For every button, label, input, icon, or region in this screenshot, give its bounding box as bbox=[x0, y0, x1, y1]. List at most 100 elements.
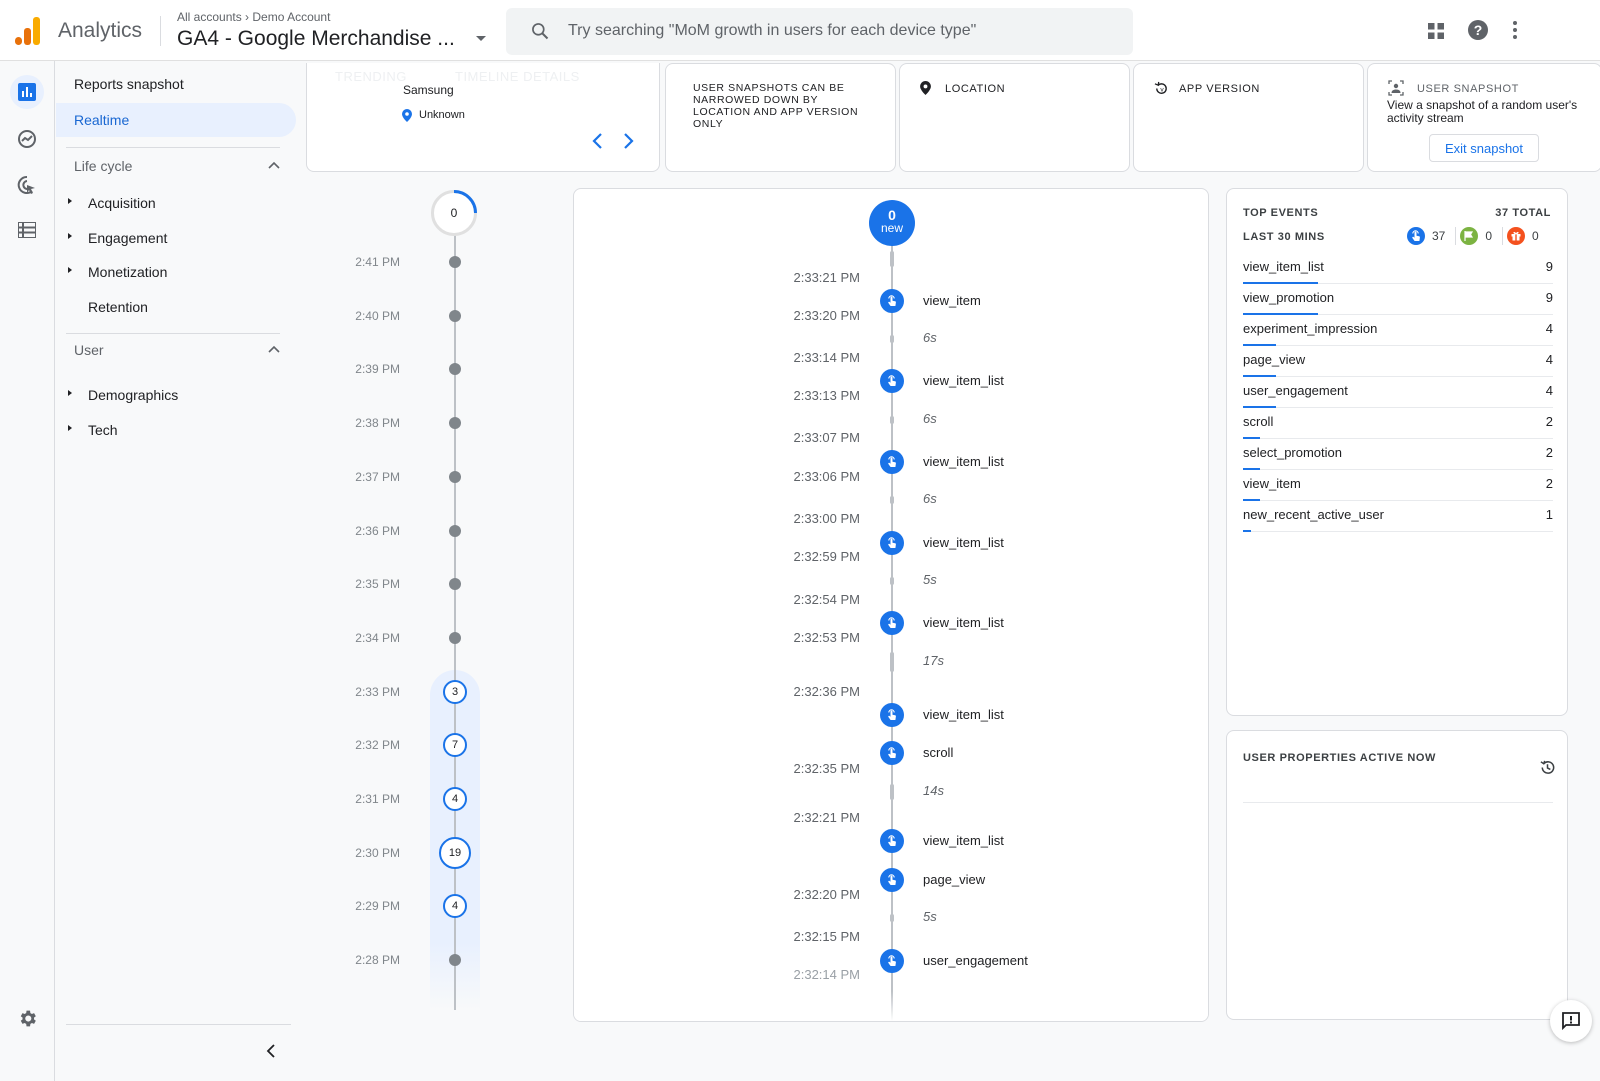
minute-label: 2:40 PM bbox=[355, 308, 400, 323]
next-icon[interactable] bbox=[623, 133, 635, 149]
breadcrumb-account[interactable]: Demo Account bbox=[252, 10, 330, 24]
timeline-line bbox=[454, 220, 456, 1010]
rail-reports[interactable] bbox=[10, 75, 44, 109]
expand-arrow-icon[interactable] bbox=[68, 198, 72, 204]
event-gap-duration: 6s bbox=[923, 491, 937, 506]
nav-realtime[interactable]: Realtime bbox=[56, 103, 296, 137]
collapse-nav-icon[interactable] bbox=[266, 1044, 276, 1058]
minute-dot[interactable] bbox=[449, 309, 461, 322]
location-card[interactable]: LOCATION bbox=[899, 63, 1130, 172]
history-icon[interactable] bbox=[1539, 759, 1556, 776]
minute-dot[interactable] bbox=[449, 631, 461, 644]
minute-count-bubble[interactable]: 3 bbox=[443, 679, 467, 704]
expand-arrow-icon[interactable] bbox=[68, 390, 72, 396]
minute-count-bubble[interactable]: 4 bbox=[443, 787, 467, 811]
breadcrumb[interactable]: All accounts › Demo Account bbox=[177, 10, 330, 24]
nav-monetization[interactable]: Monetization bbox=[88, 255, 288, 289]
app-version-card[interactable]: v APP VERSION bbox=[1133, 63, 1364, 172]
minute-dot[interactable] bbox=[449, 954, 461, 967]
nav-section-lifecycle[interactable]: Life cycle bbox=[74, 158, 132, 174]
top-event-row[interactable]: view_item 2 bbox=[1243, 470, 1553, 501]
help-icon[interactable]: ? bbox=[1467, 19, 1489, 41]
user-snapshot-icon bbox=[1388, 80, 1404, 96]
nav-engagement[interactable]: Engagement bbox=[88, 221, 288, 255]
event-touch-icon[interactable] bbox=[880, 868, 904, 892]
event-gap-duration: 17s bbox=[923, 653, 944, 668]
top-event-row[interactable]: view_promotion 9 bbox=[1243, 284, 1553, 315]
event-name[interactable]: view_item_list bbox=[923, 833, 1004, 848]
search-placeholder[interactable]: Try searching "MoM growth in users for e… bbox=[568, 22, 976, 40]
apps-grid-icon[interactable] bbox=[1427, 22, 1445, 40]
event-name[interactable]: view_item_list bbox=[923, 707, 1004, 722]
top-event-row[interactable]: select_promotion 2 bbox=[1243, 439, 1553, 470]
exit-snapshot-button[interactable]: Exit snapshot bbox=[1429, 134, 1539, 162]
top-event-row[interactable]: experiment_impression 4 bbox=[1243, 315, 1553, 346]
event-name[interactable]: view_item_list bbox=[923, 373, 1004, 388]
expand-arrow-icon[interactable] bbox=[68, 425, 72, 431]
top-event-name: select_promotion bbox=[1243, 445, 1342, 460]
event-touch-icon[interactable] bbox=[880, 703, 904, 727]
event-touch-icon[interactable] bbox=[880, 829, 904, 853]
event-name[interactable]: view_item_list bbox=[923, 454, 1004, 469]
minute-dot[interactable] bbox=[449, 524, 461, 537]
property-selector[interactable]: GA4 - Google Merchandise ... bbox=[177, 27, 455, 51]
event-touch-icon[interactable] bbox=[880, 450, 904, 474]
expand-arrow-icon[interactable] bbox=[68, 267, 72, 273]
nav-section-user[interactable]: User bbox=[74, 342, 104, 358]
events-count: 37 bbox=[1432, 229, 1446, 243]
event-touch-icon[interactable] bbox=[880, 611, 904, 635]
rail-configure[interactable] bbox=[10, 213, 44, 247]
chevron-down-icon[interactable] bbox=[476, 36, 486, 41]
top-event-count: 2 bbox=[1545, 476, 1553, 491]
rail-explore[interactable] bbox=[10, 122, 44, 156]
nav-demographics[interactable]: Demographics bbox=[88, 378, 288, 412]
minute-dot[interactable] bbox=[449, 363, 461, 376]
top-event-row[interactable]: user_engagement 4 bbox=[1243, 377, 1553, 408]
chevron-up-icon[interactable] bbox=[268, 345, 280, 353]
previous-icon[interactable] bbox=[591, 133, 603, 149]
minute-count-bubble[interactable]: 19 bbox=[439, 836, 471, 869]
expand-arrow-icon[interactable] bbox=[68, 233, 72, 239]
top-event-row[interactable]: new_recent_active_user 1 bbox=[1243, 501, 1553, 532]
nav-acquisition[interactable]: Acquisition bbox=[88, 186, 288, 220]
minute-dot[interactable] bbox=[449, 417, 461, 430]
event-touch-icon[interactable] bbox=[880, 741, 904, 765]
event-gap-duration: 6s bbox=[923, 330, 937, 345]
event-name[interactable]: view_item_list bbox=[923, 615, 1004, 630]
user-snapshot-desc: View a snapshot of a random user's activ… bbox=[1387, 98, 1578, 125]
nav-reports-snapshot[interactable]: Reports snapshot bbox=[56, 67, 296, 101]
nav-retention[interactable]: Retention bbox=[88, 290, 288, 324]
event-timestamp: 2:32:20 PM bbox=[793, 887, 861, 902]
event-touch-icon[interactable] bbox=[880, 289, 904, 313]
analytics-logo[interactable] bbox=[15, 17, 41, 45]
minute-dot[interactable] bbox=[449, 470, 461, 483]
notice-card: USER SNAPSHOTS CAN BE NARROWED DOWN BY L… bbox=[665, 63, 896, 172]
event-name[interactable]: view_item_list bbox=[923, 535, 1004, 550]
minute-label: 2:31 PM bbox=[355, 792, 400, 806]
top-event-row[interactable]: scroll 2 bbox=[1243, 408, 1553, 439]
event-touch-icon[interactable] bbox=[880, 369, 904, 393]
settings-gear-icon[interactable] bbox=[17, 1008, 38, 1029]
minute-dot[interactable] bbox=[449, 256, 461, 268]
event-name[interactable]: scroll bbox=[923, 745, 953, 760]
rail-advertising[interactable] bbox=[10, 168, 44, 202]
top-event-row[interactable]: view_item_list 9 bbox=[1243, 253, 1553, 284]
breadcrumb-root[interactable]: All accounts bbox=[177, 10, 242, 24]
nav-tech[interactable]: Tech bbox=[88, 413, 288, 447]
gap-marker bbox=[890, 914, 894, 922]
search-bar[interactable]: Try searching "MoM growth in users for e… bbox=[506, 8, 1133, 55]
event-name[interactable]: page_view bbox=[923, 872, 985, 887]
more-vert-icon[interactable] bbox=[1511, 19, 1519, 41]
event-touch-icon[interactable] bbox=[880, 949, 904, 973]
advertising-icon bbox=[17, 175, 35, 194]
event-touch-icon[interactable] bbox=[880, 531, 904, 555]
event-name[interactable]: view_item bbox=[923, 293, 981, 308]
top-event-name: experiment_impression bbox=[1243, 321, 1378, 336]
minute-dot[interactable] bbox=[449, 578, 461, 591]
user-properties-title: USER PROPERTIES ACTIVE NOW bbox=[1243, 752, 1437, 764]
chevron-up-icon[interactable] bbox=[268, 161, 280, 169]
event-name[interactable]: user_engagement bbox=[923, 953, 1028, 968]
feedback-button[interactable] bbox=[1550, 1000, 1592, 1042]
gap-marker bbox=[890, 496, 894, 504]
top-event-row[interactable]: page_view 4 bbox=[1243, 346, 1553, 377]
